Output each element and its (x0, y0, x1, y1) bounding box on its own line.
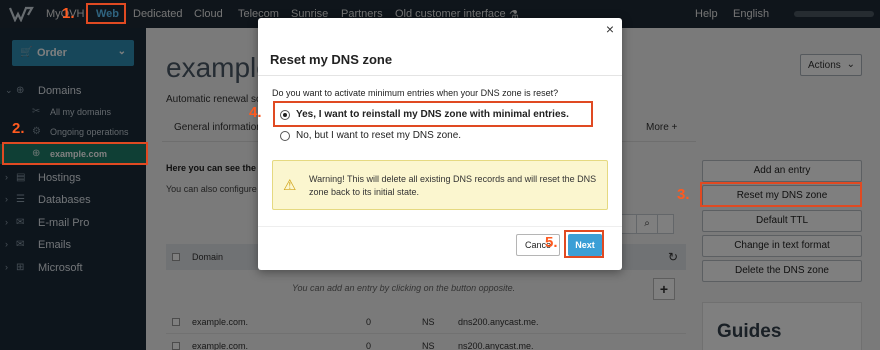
dialog-title: Reset my DNS zone (270, 52, 393, 67)
highlight-option-yes (273, 101, 593, 127)
step-number-1: 1. (62, 5, 75, 22)
highlight-web-tab (86, 3, 126, 24)
dialog-header: × Reset my DNS zone (258, 18, 622, 76)
step-number-4: 4. (249, 104, 262, 121)
step-number-5: 5. (545, 234, 558, 251)
step-number-2: 2. (12, 120, 25, 137)
dialog-question: Do you want to activate minimum entries … (272, 88, 559, 98)
close-icon[interactable]: × (606, 21, 614, 37)
warning-icon: ⚠ (283, 177, 297, 194)
option-no-label[interactable]: No, but I want to reset my DNS zone. (296, 130, 461, 141)
warning-text: Warning! This will delete all existing D… (309, 174, 597, 197)
dialog-footer-divider (258, 226, 622, 227)
highlight-example-com (2, 142, 148, 165)
radio-unchecked-icon[interactable] (280, 131, 290, 141)
warning-box: ⚠ Warning! This will delete all existing… (272, 160, 608, 210)
highlight-reset-dns-zone (700, 182, 862, 207)
step-number-3: 3. (677, 186, 690, 203)
highlight-next-button (564, 230, 604, 258)
